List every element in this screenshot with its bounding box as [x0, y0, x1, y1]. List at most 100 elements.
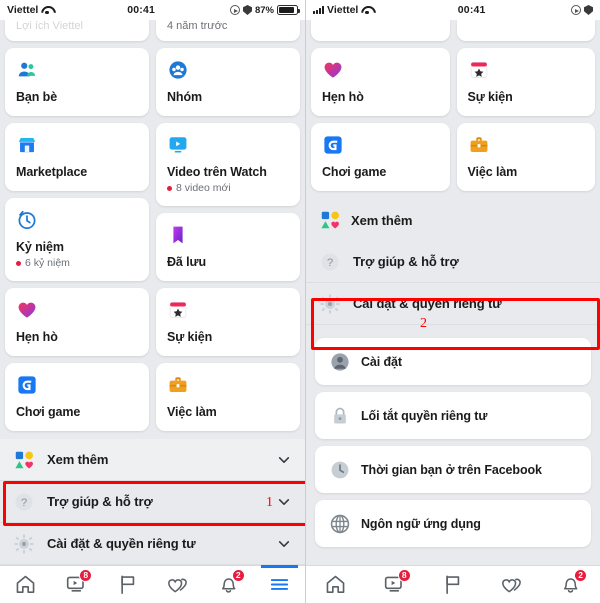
row-tro-giup-ho-tro[interactable]: ? Trợ giúp & hỗ trợ — [306, 241, 600, 283]
chevron-down-icon[interactable] — [276, 494, 292, 510]
tile-marketplace[interactable]: Marketplace — [5, 123, 149, 191]
marketplace-icon — [16, 134, 38, 156]
tile-label: Việc làm — [167, 405, 217, 419]
jobs-briefcase-icon — [468, 134, 490, 156]
row-tro-giup-ho-tro[interactable]: ? Trợ giúp & hỗ trợ — [0, 481, 305, 523]
battery-percent-label: 87% — [254, 4, 274, 16]
right-tile-grid: Hẹn hò Chơi game Sự kiện Việc làm — [306, 48, 600, 191]
hearts-groups-icon — [502, 578, 522, 593]
tile-hen-ho[interactable]: Hẹn hò — [311, 48, 450, 116]
tile-hen-ho[interactable]: Hẹn hò — [5, 288, 149, 356]
tile-ky-niem[interactable]: Kỷ niệm 6 kỷ niệm — [5, 198, 149, 281]
tile-da-luu[interactable]: Đã lưu — [156, 213, 300, 281]
tile-label: Sự kiện — [467, 90, 513, 104]
partial-card-right[interactable] — [456, 20, 595, 41]
tile-label: Bạn bè — [16, 90, 58, 104]
nav-marketplace[interactable] — [102, 566, 153, 603]
row-cai-dat-quyen-rieng-tu[interactable]: Cài đặt & quyền riêng tư — [306, 283, 600, 325]
tile-label: Việc làm — [467, 165, 518, 179]
nav-notifications[interactable]: 2 — [541, 566, 600, 603]
left-scroll-body[interactable]: Lợi ích Viettel 4 năm trước Bạn bè Marke… — [0, 20, 305, 571]
nav-notifications[interactable]: 2 — [203, 566, 254, 603]
tile-choi-game[interactable]: Chơi game — [311, 123, 450, 191]
row-label: Thời gian bạn ở trên Facebook — [361, 462, 542, 477]
row-label: Cài đặt — [361, 354, 402, 369]
right-bottom-nav[interactable]: 8 2 — [306, 565, 600, 603]
status-right — [571, 5, 593, 15]
left-menu-rows: Xem thêm ? Trợ giúp & hỗ trợ Cài đặt & q… — [0, 439, 305, 571]
card-thoi-gian-tren-facebook[interactable]: Thời gian bạn ở trên Facebook — [315, 446, 591, 493]
row-label: Lối tắt quyền riêng tư — [361, 408, 488, 423]
tile-label: Hẹn hò — [322, 90, 364, 104]
events-calendar-icon — [167, 299, 189, 321]
events-calendar-icon — [468, 59, 490, 81]
nav-watch[interactable]: 8 — [365, 566, 424, 603]
groups-icon — [167, 59, 189, 81]
tile-label: Đã lưu — [167, 255, 207, 269]
card-ngon-ngu-ung-dung[interactable]: Ngôn ngữ ứng dụng — [315, 500, 591, 547]
row-cai-dat-quyen-rieng-tu[interactable]: Cài đặt & quyền riêng tư — [0, 523, 305, 565]
time-clock-icon — [329, 459, 351, 481]
right-menu-rows: Xem thêm ? Trợ giúp & hỗ trợ Cài đặt & q… — [306, 199, 600, 325]
tile-su-kien[interactable]: Sự kiện — [456, 48, 595, 116]
friends-icon — [16, 59, 38, 81]
status-left: Viettel — [7, 4, 52, 16]
tile-label: Marketplace — [16, 165, 88, 179]
right-scroll-body[interactable]: Hẹn hò Chơi game Sự kiện Việc làm Xem th… — [306, 20, 600, 560]
location-icon — [229, 5, 240, 15]
wifi-icon — [361, 6, 372, 15]
tile-label: Kỷ niệm — [16, 240, 64, 254]
nav-badge: 8 — [397, 569, 411, 582]
nav-home[interactable] — [306, 566, 365, 603]
tile-label: Chơi game — [16, 405, 81, 419]
svg-text:?: ? — [327, 257, 333, 269]
tile-label: Video trên Watch — [167, 165, 267, 179]
dual-screenshot-stage: Viettel 00:41 87% Lợi ích Viettel 4 năm … — [0, 0, 600, 603]
help-question-icon: ? — [319, 251, 341, 273]
right-partial-top — [306, 20, 600, 41]
hearts-groups-icon — [168, 578, 188, 593]
help-question-icon: ? — [13, 491, 35, 513]
tile-choi-game[interactable]: Chơi game — [5, 363, 149, 431]
carrier-label: Viettel — [327, 4, 359, 16]
tile-video-tren-watch[interactable]: Video trên Watch 8 video mới — [156, 123, 300, 206]
row-xem-them[interactable]: Xem thêm — [306, 199, 600, 241]
signal-bars-icon — [313, 6, 324, 14]
row-xem-them[interactable]: Xem thêm — [0, 439, 305, 481]
status-left: Viettel — [313, 4, 372, 16]
left-tile-column-2: Nhóm Video trên Watch 8 video mới Đã lưu… — [156, 48, 300, 431]
nav-marketplace[interactable] — [424, 566, 483, 603]
chevron-down-icon[interactable] — [276, 536, 292, 552]
partial-card-left[interactable] — [311, 20, 450, 41]
left-bottom-nav[interactable]: 8 2 — [0, 565, 305, 603]
nav-home[interactable] — [0, 566, 51, 603]
tile-nhom[interactable]: Nhóm — [156, 48, 300, 116]
watch-video-icon — [167, 134, 189, 156]
dating-heart-icon — [16, 299, 38, 321]
row-dang-xuat[interactable]: Đăng xuất — [306, 554, 600, 560]
see-more-shapes-icon — [13, 449, 35, 471]
settings-gear-icon — [13, 533, 35, 555]
row-label: Xem thêm — [351, 212, 413, 228]
menu-hamburger-icon — [270, 579, 289, 590]
nav-menu[interactable] — [254, 565, 305, 603]
tile-su-kien[interactable]: Sự kiện — [156, 288, 300, 356]
tile-viec-lam[interactable]: Việc làm — [456, 123, 595, 191]
tile-subtitle: 6 kỷ niệm — [25, 257, 70, 269]
nav-watch[interactable]: 8 — [51, 566, 102, 603]
home-icon — [326, 575, 345, 593]
tile-ban-be[interactable]: Bạn bè — [5, 48, 149, 116]
red-dot-icon — [16, 260, 21, 266]
left-tile-grid: Bạn bè Marketplace Kỷ niệm 6 kỷ niệm Hẹn… — [0, 48, 305, 431]
partial-card-left[interactable]: Lợi ích Viettel — [5, 20, 149, 41]
nav-groups[interactable] — [152, 566, 203, 603]
card-cai-dat[interactable]: Cài đặt — [315, 338, 591, 385]
chevron-down-icon[interactable] — [276, 452, 292, 468]
nav-groups[interactable] — [482, 566, 541, 603]
left-phone-screenshot: Viettel 00:41 87% Lợi ích Viettel 4 năm … — [0, 0, 306, 603]
card-loi-tat-quyen-rieng-tu[interactable]: Lối tắt quyền riêng tư — [315, 392, 591, 439]
tile-subtitle-wrap: 6 kỷ niệm — [16, 257, 138, 269]
tile-viec-lam[interactable]: Việc làm — [156, 363, 300, 431]
annotation-number-1: 1 — [266, 495, 273, 510]
partial-card-right[interactable]: 4 năm trước — [156, 20, 300, 41]
